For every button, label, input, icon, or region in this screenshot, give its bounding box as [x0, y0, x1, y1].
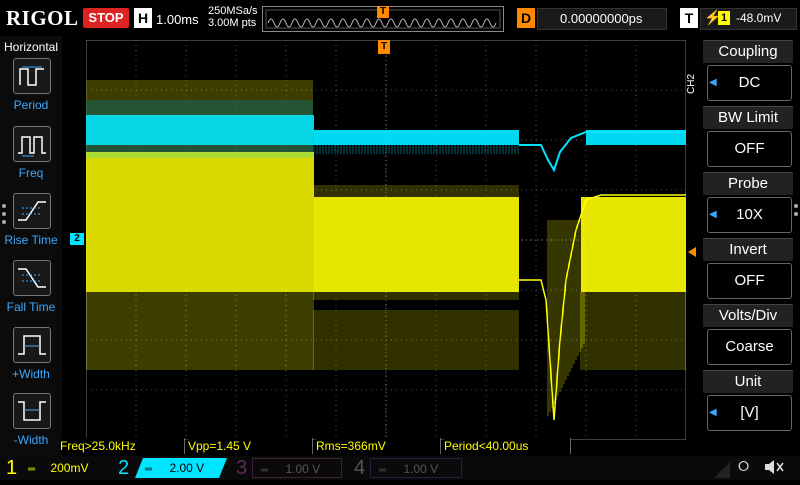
ch1-transient-fill — [547, 220, 585, 416]
ch1-envelope-band — [581, 197, 686, 292]
menu-page-dot — [794, 204, 798, 208]
measurement-rms: Rms=366mV — [316, 438, 441, 454]
dc-coupling-icon: ═ — [379, 465, 387, 476]
usb-icon: ⭘ — [738, 458, 750, 474]
trigger-position-marker[interactable]: T — [378, 40, 390, 54]
left-menu-title: Horizontal — [4, 40, 59, 54]
menu-page-dot — [2, 204, 6, 208]
positive-width-icon — [18, 335, 46, 355]
ch2-envelope-band — [86, 115, 314, 145]
probe-button[interactable]: 10X — [707, 197, 792, 233]
dc-coupling-icon: ═ — [261, 465, 269, 476]
fall-time-button[interactable] — [13, 260, 51, 296]
timebase-value[interactable]: 1.00ms — [156, 12, 199, 27]
sample-rate: 250MSa/s — [208, 5, 258, 17]
trigger-level: -48.0mV — [736, 11, 782, 25]
volts-div-header: Volts/Div — [703, 304, 793, 327]
dc-coupling-icon: ═ — [28, 464, 36, 475]
invert-button[interactable]: OFF — [707, 263, 792, 299]
negative-width-label: -Width — [13, 433, 49, 447]
rise-time-button[interactable] — [13, 193, 51, 229]
memory-depth: 3.00M pts — [208, 17, 257, 29]
fall-time-label: Fall Time — [6, 300, 56, 314]
ch2-envelope-band — [314, 130, 519, 145]
measurement-vpp: Vpp=1.45 V — [188, 438, 313, 454]
probe-arrow-icon: ◀ — [709, 209, 717, 220]
ch4-scale: 1.00 V — [403, 462, 439, 476]
coupling-header: Coupling — [703, 40, 793, 63]
rise-time-icon — [18, 201, 46, 221]
ch2-number[interactable]: 2 — [118, 456, 129, 480]
unit-button[interactable]: [V] — [707, 395, 792, 431]
menu-page-dot — [2, 212, 6, 216]
ch2-ground-marker[interactable]: 2 — [70, 233, 84, 245]
menu-page-dot — [794, 212, 798, 216]
tab-corner — [712, 456, 732, 480]
freq-icon — [18, 136, 46, 157]
unit-header: Unit — [703, 370, 793, 393]
run-stop-button[interactable]: STOP — [83, 8, 129, 28]
trigger-level-marker[interactable] — [688, 247, 696, 257]
ch2-scale: 2.00 V — [169, 461, 205, 475]
bw-limit-header: BW Limit — [703, 106, 793, 129]
bw-limit-button[interactable]: OFF — [707, 131, 792, 167]
ch1-scale-box[interactable]: ═ 200mV — [22, 458, 106, 478]
dc-coupling-icon: ═ — [145, 464, 153, 475]
menu-channel-tag: CH2 — [686, 73, 697, 94]
ch2-scale-box[interactable]: ═ 2.00 V — [135, 458, 227, 478]
ch4-scale-box[interactable]: ═ 1.00 V — [370, 458, 462, 478]
timebase-mode-badge: H — [134, 8, 152, 28]
brand-logo: RIGOL — [6, 6, 79, 30]
memory-trigger-marker: T — [377, 6, 389, 18]
ch1-envelope-band — [314, 197, 519, 292]
trigger-mode-badge: T — [680, 8, 698, 28]
freq-button[interactable] — [13, 126, 51, 162]
negative-width-icon — [18, 401, 46, 421]
measurement-freq: Freq>25.0kHz — [60, 438, 185, 454]
invert-header: Invert — [703, 238, 793, 261]
trigger-source-badge: 1 — [718, 11, 730, 25]
fall-time-icon — [18, 268, 46, 288]
ch1-envelope-band — [86, 152, 314, 292]
speaker-mute-icon[interactable] — [762, 456, 786, 483]
measurement-period: Period<40.00us — [444, 438, 571, 454]
ch4-number[interactable]: 4 — [354, 456, 365, 480]
ch3-scale: 1.00 V — [285, 462, 321, 476]
freq-label: Freq — [18, 166, 44, 180]
delay-badge: D — [517, 8, 535, 28]
delay-value: 0.00000000ps — [560, 11, 643, 26]
rise-time-label: Rise Time — [4, 233, 58, 247]
positive-width-label: +Width — [12, 367, 50, 381]
ch3-number[interactable]: 3 — [236, 456, 247, 480]
acquisition-info: 250MSa/s 3.00M pts — [208, 5, 258, 29]
ch1-scale: 200mV — [50, 461, 89, 475]
period-button[interactable] — [13, 58, 51, 94]
waveform-display[interactable] — [86, 40, 686, 440]
coupling-button[interactable]: DC — [707, 65, 792, 101]
volts-div-button[interactable]: Coarse — [707, 329, 792, 365]
ch2-envelope-band — [586, 130, 686, 145]
ch1-number[interactable]: 1 — [6, 456, 17, 480]
coupling-arrow-icon: ◀ — [709, 77, 717, 88]
unit-arrow-icon: ◀ — [709, 407, 717, 418]
probe-header: Probe — [703, 172, 793, 195]
negative-width-button[interactable] — [13, 393, 51, 429]
positive-width-button[interactable] — [13, 327, 51, 363]
ch3-scale-box[interactable]: ═ 1.00 V — [252, 458, 342, 478]
menu-page-dot — [2, 220, 6, 224]
period-icon — [19, 66, 44, 86]
ch1-fringe-traces — [580, 292, 686, 370]
period-label: Period — [13, 98, 49, 112]
ch2-fringe-traces — [313, 145, 519, 154]
